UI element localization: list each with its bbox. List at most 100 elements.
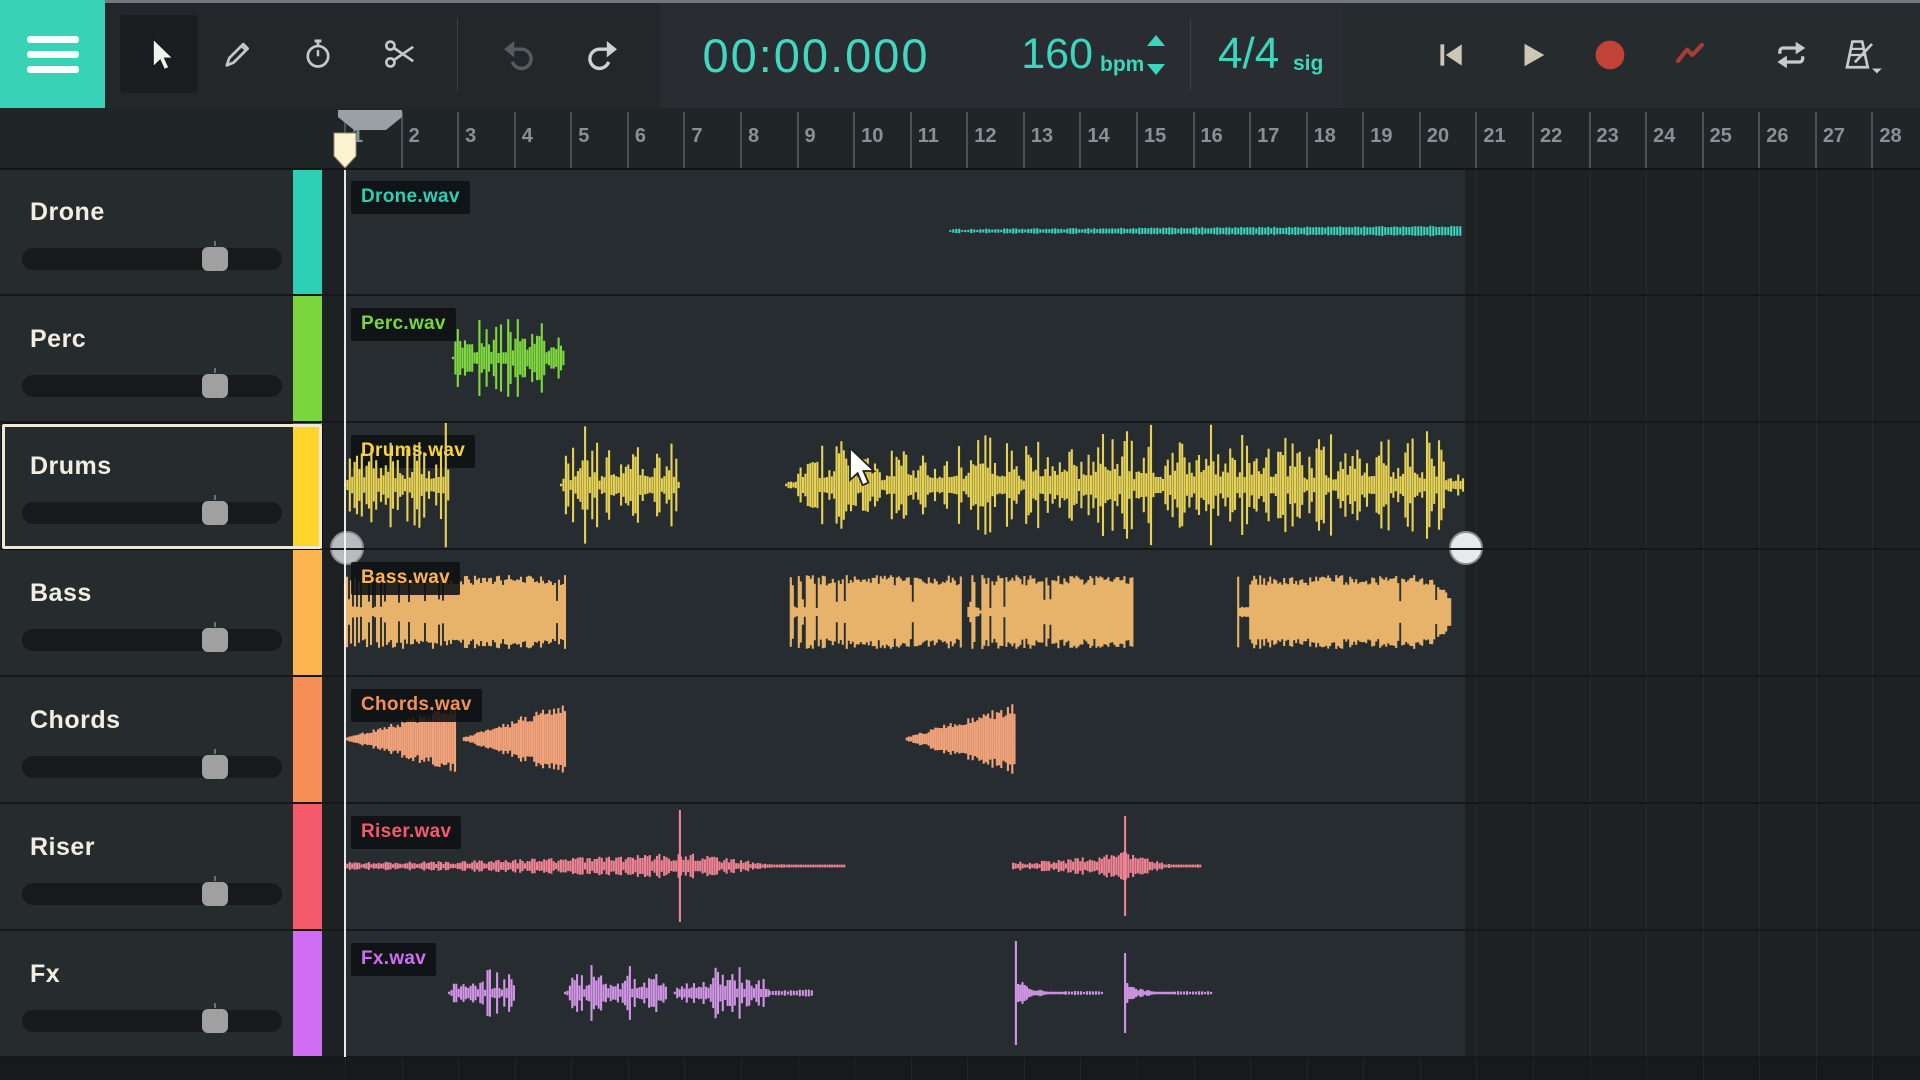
ruler-bar-number: 17: [1257, 125, 1279, 148]
track-header-drums[interactable]: Drums: [0, 422, 322, 549]
ruler-bar-line: [627, 112, 629, 168]
hamburger-menu-button[interactable]: [0, 0, 105, 108]
ruler-bar-line: [1815, 112, 1817, 168]
ruler-bar-line: [1702, 112, 1704, 168]
loop-button[interactable]: [1767, 32, 1813, 78]
audio-clip-region[interactable]: [345, 549, 1465, 676]
arrangement-area[interactable]: [322, 168, 1920, 1057]
volume-slider[interactable]: [22, 502, 282, 524]
volume-slider-handle[interactable]: [202, 1009, 228, 1033]
bpm-stepper-down-icon[interactable]: [1147, 64, 1165, 75]
skip-to-start-button[interactable]: [1427, 32, 1473, 78]
playhead-flag[interactable]: [334, 133, 356, 168]
bar-grid-line: [1590, 168, 1591, 1057]
play-icon: [1516, 39, 1548, 71]
ruler-bar-line: [1419, 112, 1421, 168]
audio-clip-region[interactable]: [345, 676, 1465, 803]
metronome-button[interactable]: [1838, 32, 1884, 78]
bpm-stepper-up-icon[interactable]: [1147, 35, 1165, 46]
timeline-ruler[interactable]: 1234567891011121314151617181920212223242…: [0, 108, 1920, 170]
audio-clip-region[interactable]: [345, 168, 1465, 295]
draw-tool-button[interactable]: [198, 15, 276, 93]
track-header-drone[interactable]: Drone: [0, 168, 322, 295]
loop-region-bracket[interactable]: [338, 110, 402, 130]
undo-button[interactable]: [480, 15, 558, 93]
ruler-bar-number: 9: [805, 125, 816, 148]
ruler-bar-number: 21: [1483, 125, 1505, 148]
stopwatch-icon: [301, 37, 335, 71]
bar-grid-line: [1759, 168, 1760, 1057]
audio-clip-region[interactable]: [345, 295, 1465, 422]
playhead-group[interactable]: [330, 108, 420, 172]
ruler-bar-number: 3: [465, 125, 476, 148]
audio-clip-region[interactable]: [345, 930, 1465, 1057]
bar-grid-line: [1476, 168, 1477, 1057]
ruler-bar-line: [1136, 112, 1138, 168]
volume-slider-handle[interactable]: [202, 501, 228, 525]
volume-slider[interactable]: [22, 375, 282, 397]
track-name: Drums: [30, 452, 112, 481]
ruler-bar-number: 6: [635, 125, 646, 148]
ruler-bar-line: [1362, 112, 1364, 168]
bar-grid-line: [1703, 1057, 1704, 1080]
ruler-bar-line: [966, 112, 968, 168]
volume-slider-handle[interactable]: [202, 628, 228, 652]
bpm-stepper[interactable]: [1145, 33, 1167, 77]
track-name: Riser: [30, 833, 95, 862]
ruler-bar-number: 11: [918, 125, 939, 148]
timer-tool-button[interactable]: [279, 15, 357, 93]
clip-label: Drone.wav: [351, 181, 470, 214]
cut-tool-button[interactable]: [361, 15, 439, 93]
volume-slider[interactable]: [22, 756, 282, 778]
bar-grid-line: [1080, 1057, 1081, 1080]
volume-slider[interactable]: [22, 248, 282, 270]
time-signature-value[interactable]: 4/4: [1218, 29, 1279, 79]
ruler-bar-number: 7: [691, 125, 702, 148]
volume-slider-handle[interactable]: [202, 374, 228, 398]
bar-grid-line: [684, 1057, 685, 1080]
track-header-perc[interactable]: Perc: [0, 295, 322, 422]
play-button[interactable]: [1509, 32, 1555, 78]
ruler-bar-number: 5: [578, 125, 589, 148]
track-header-chords[interactable]: Chords: [0, 676, 322, 803]
ruler-bar-line: [797, 112, 799, 168]
ruler-bar-number: 8: [748, 125, 759, 148]
volume-slider[interactable]: [22, 629, 282, 651]
track-color-strip: [293, 422, 322, 549]
ruler-bar-line: [1249, 112, 1251, 168]
audio-clip-region[interactable]: [345, 422, 1465, 549]
volume-slider[interactable]: [22, 1010, 282, 1032]
ruler-bar-line: [1532, 112, 1534, 168]
track-header-riser[interactable]: Riser: [0, 803, 322, 930]
track-name: Bass: [30, 579, 92, 608]
time-display[interactable]: 00:00.000: [690, 28, 942, 83]
track-color-strip: [293, 549, 322, 676]
ruler-bar-line: [1023, 112, 1025, 168]
window-top-edge: [105, 0, 1920, 3]
bar-grid-line: [345, 1057, 346, 1080]
slider-tick: [214, 368, 216, 373]
automation-button[interactable]: [1667, 32, 1713, 78]
bar-grid-line: [1872, 1057, 1873, 1080]
clip-label: Perc.wav: [351, 308, 456, 341]
volume-slider-handle[interactable]: [202, 247, 228, 271]
track-name: Chords: [30, 706, 121, 735]
bar-grid-line: [1250, 1057, 1251, 1080]
skip-to-start-icon: [1434, 39, 1466, 71]
scissors-icon: [382, 36, 418, 72]
volume-slider-handle[interactable]: [202, 882, 228, 906]
bpm-value[interactable]: 160: [975, 30, 1093, 79]
track-header-fx[interactable]: Fx: [0, 930, 322, 1057]
undo-icon: [501, 36, 537, 72]
bar-grid-line: [1590, 1057, 1591, 1080]
bar-grid-line: [1307, 1057, 1308, 1080]
slider-tick: [214, 749, 216, 754]
track-header-bass[interactable]: Bass: [0, 549, 322, 676]
audio-clip-region[interactable]: [345, 803, 1465, 930]
select-tool-button[interactable]: [120, 15, 198, 93]
volume-slider-handle[interactable]: [202, 755, 228, 779]
bar-grid-line: [402, 1057, 403, 1080]
redo-button[interactable]: [563, 15, 641, 93]
volume-slider[interactable]: [22, 883, 282, 905]
record-button[interactable]: [1587, 32, 1633, 78]
